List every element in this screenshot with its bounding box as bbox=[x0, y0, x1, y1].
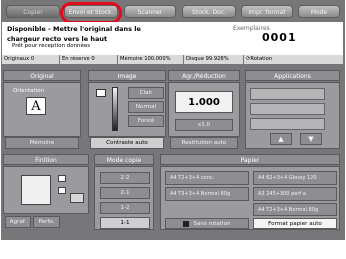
status-message-line2: chargeur recto vers le haut bbox=[7, 35, 108, 43]
contrast-auto-button[interactable]: Contraste auto bbox=[90, 137, 164, 149]
rotation-icon bbox=[183, 220, 190, 227]
density-normal-button[interactable]: Normal bbox=[128, 101, 164, 113]
tab-mode[interactable]: Mode bbox=[298, 5, 340, 18]
finition-panel bbox=[3, 166, 89, 214]
image-type-icon bbox=[96, 89, 106, 97]
finition-header: Finition bbox=[3, 154, 89, 165]
originals-label: Originaux 0 bbox=[2, 55, 60, 64]
mode-1-1-button[interactable]: 1-1 bbox=[100, 217, 150, 229]
image-panel: Clair Normal Foncé bbox=[88, 82, 166, 137]
reserve-label: En réserve 0 bbox=[60, 55, 118, 64]
density-dark-button[interactable]: Foncé bbox=[128, 115, 164, 127]
copies-count: 0001 bbox=[262, 31, 297, 44]
mode-2-1-button[interactable]: 2-1 bbox=[100, 187, 150, 199]
restitution-auto-button[interactable]: Restitution auto bbox=[170, 137, 238, 149]
agrafage-button[interactable]: Agraf. bbox=[5, 216, 31, 228]
message-panel: Disponible - Mettre l'original dans le c… bbox=[2, 22, 343, 55]
density-light-button[interactable]: Clair bbox=[128, 87, 164, 99]
zoom-panel: 1.000 x1.0 bbox=[168, 82, 240, 137]
original-panel: Orientation A bbox=[3, 82, 81, 137]
paper-tray-4[interactable]: A3 245+300 perf a bbox=[253, 187, 337, 201]
memory-status: Mémoire 100.000% bbox=[118, 55, 184, 64]
no-rotation-button[interactable]: Sans rotation bbox=[165, 218, 249, 229]
mode-1-2-button[interactable]: 1-2 bbox=[100, 202, 150, 214]
format-auto-button[interactable]: Format papier auto bbox=[253, 218, 337, 229]
applications-down-button[interactable]: ▼ bbox=[300, 133, 322, 145]
finisher-icon bbox=[70, 193, 84, 203]
image-header: Image bbox=[88, 70, 166, 81]
rotation-status: ⟳Rotation bbox=[246, 56, 273, 62]
application-slot-1[interactable] bbox=[250, 88, 325, 100]
paper-tray-5[interactable]: A4 T2+3+4 Normal 80g bbox=[253, 203, 337, 216]
papier-panel: A4 T2+3+4 conc. A4 T3+3+4 Normal 80g A4 … bbox=[160, 166, 340, 230]
tab-impr-format[interactable]: Impr. format bbox=[241, 5, 293, 18]
paper-tray-1[interactable]: A4 T2+3+4 conc. bbox=[165, 171, 249, 185]
punch-icon bbox=[58, 187, 66, 194]
status-message-line1: Disponible - Mettre l'original dans le bbox=[7, 25, 141, 33]
perforation-button[interactable]: Perfo. bbox=[33, 216, 60, 228]
application-slot-2[interactable] bbox=[250, 103, 325, 115]
disk-status: Disque 99.928% bbox=[184, 55, 244, 64]
applications-panel: ▲ ▼ bbox=[245, 82, 340, 149]
zoom-factor-button[interactable]: x1.0 bbox=[175, 119, 233, 131]
status-bar: Originaux 0 En réserve 0 Mémoire 100.000… bbox=[2, 55, 343, 64]
zoom-value[interactable]: 1.000 bbox=[175, 91, 233, 113]
tab-scanner[interactable]: Scanner bbox=[124, 5, 176, 18]
mode-2-2-button[interactable]: 2-2 bbox=[100, 172, 150, 184]
memory-button[interactable]: Mémoire bbox=[5, 137, 79, 149]
paper-tray-2[interactable]: A4 T3+3+4 Normal 80g bbox=[165, 187, 249, 201]
tab-copier[interactable]: Copier bbox=[6, 5, 60, 18]
tab-stock-doc[interactable]: Stock. Doc. bbox=[182, 5, 236, 18]
paper-tray-3[interactable]: A4 62+3+4 Glossy 120 bbox=[253, 171, 337, 185]
papier-header: Papier bbox=[160, 154, 340, 165]
output-preview-icon bbox=[21, 175, 51, 205]
status-message-line3: Prêt pour réception données bbox=[12, 43, 91, 49]
highlight-annotation bbox=[60, 2, 122, 24]
bottom-margin bbox=[0, 240, 346, 259]
staple-icon bbox=[58, 175, 66, 182]
orientation-icon[interactable]: A bbox=[26, 97, 46, 115]
mode-copie-panel: 2-2 2-1 1-2 1-1 bbox=[94, 166, 154, 230]
application-slot-3[interactable] bbox=[250, 118, 325, 130]
applications-header: Applications bbox=[245, 70, 340, 81]
mode-copie-header: Mode copie bbox=[94, 154, 154, 165]
orientation-label: Orientation bbox=[13, 88, 45, 94]
applications-up-button[interactable]: ▲ bbox=[270, 133, 292, 145]
original-header: Original bbox=[3, 70, 81, 81]
zoom-header: Agr./Réduction bbox=[168, 70, 240, 81]
density-scale bbox=[112, 87, 118, 131]
